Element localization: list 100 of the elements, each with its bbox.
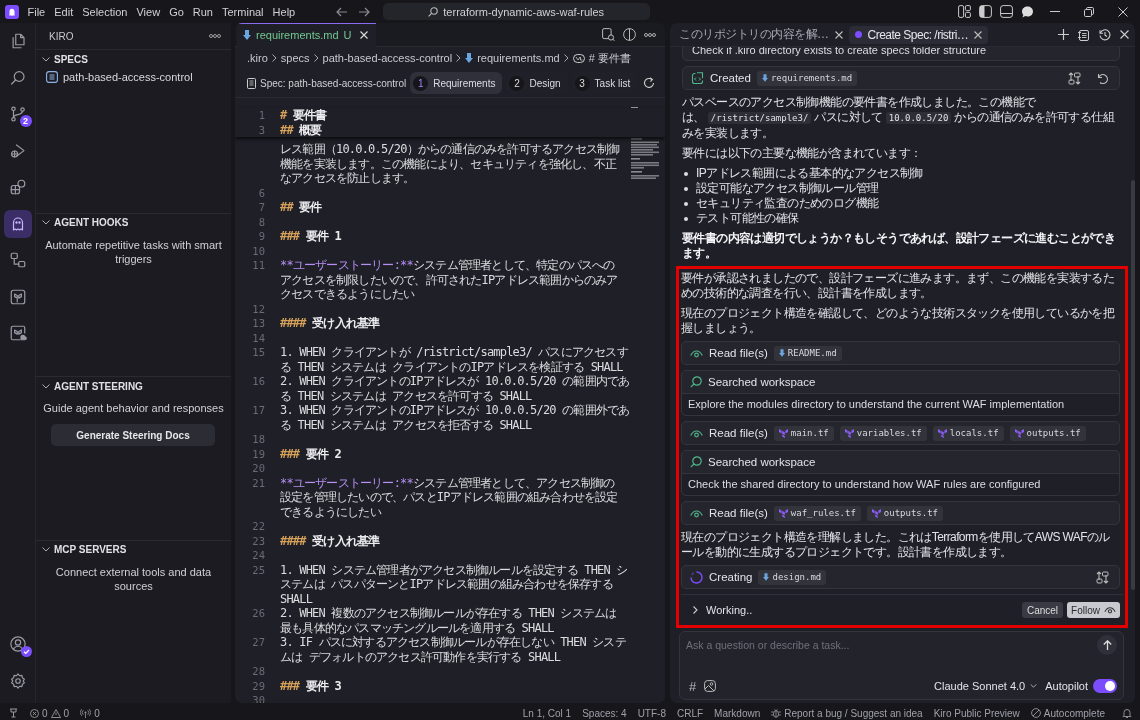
section-header[interactable]: AGENT HOOKS [36,213,231,232]
menu-item[interactable]: View [131,2,165,21]
model-selector[interactable]: Claude Sonnet 4.0 [934,680,1038,692]
code-line: ## 要件 [280,200,322,215]
panel-toggle-icon[interactable] [1000,5,1013,18]
menu-item[interactable]: Terminal [217,2,269,21]
menu-item[interactable]: Selection [77,2,132,21]
bullet-icon [684,186,688,191]
file-chip[interactable]: README.md [773,345,842,361]
line-number: 8 [257,214,266,229]
stacked-blocks-icon [844,428,854,438]
image-icon[interactable] [704,680,717,692]
file-chip[interactable]: outputs.tf [1009,425,1086,441]
message-text: 要件が承認されましたので、設計フェーズに進みます。まず、この機能を実装するための技術的な調査を行い、設計書を作成します。 [681,271,1116,301]
sidebar-toggle-icon[interactable] [979,5,992,18]
breadcrumb-item[interactable]: requirements.md [465,52,560,64]
menu-item[interactable]: Edit [49,2,78,21]
section-header[interactable]: MCP SERVERS [36,540,231,559]
chat-tab[interactable]: Create Spec: /ristri… [848,25,989,44]
status-item[interactable]: UTF-8 [637,707,666,719]
breadcrumb-item[interactable]: specs [280,52,310,64]
file-chip[interactable]: design.md [758,569,827,585]
file-chip[interactable]: variables.tf [839,425,927,441]
action-label: Read file(s) [709,427,768,439]
arrow-left-icon[interactable] [335,6,348,17]
more-icon[interactable] [644,32,656,37]
file-chip[interactable]: main.tf [773,425,834,441]
follow-button[interactable]: Follow [1067,602,1120,618]
generate-button[interactable]: Generate Steering Docs [51,424,215,446]
activity-item[interactable] [3,209,32,238]
undo-icon[interactable] [1097,72,1109,84]
source-control-icon [8,105,27,123]
menu-item[interactable]: Go [164,2,189,21]
cancel-button[interactable]: Cancel [1021,602,1064,618]
menu-item[interactable]: File [23,2,50,21]
close-icon[interactable] [1120,30,1129,39]
file-chip[interactable]: waf_rules.tf [773,505,861,521]
editor-tab[interactable]: requirements.md U [237,23,376,47]
activity-item[interactable]: 2 [3,100,32,128]
layout-icon[interactable] [958,5,971,18]
search-query: Check the shared directory to understand how WAF rules are configured [682,474,1119,495]
breadcrumb-item[interactable]: path-based-access-control [322,52,453,64]
file-chip[interactable]: outputs.tf [866,505,944,521]
message-field[interactable]: Ask a question or describe a task... [686,635,1097,655]
close-icon[interactable] [974,30,983,39]
arrow-down-icon [465,53,474,63]
section-header[interactable]: SPECS [36,50,231,68]
close-icon[interactable] [834,30,843,39]
chat-input[interactable]: Ask a question or describe a task... # Claude Sonnet 4.0 Autopilot [679,631,1124,700]
step-tab[interactable]: 1 Requirements [410,72,503,94]
spec-item[interactable]: path-based-access-control [36,68,231,86]
diff-icon[interactable] [1068,71,1081,85]
remote-icon[interactable] [9,708,18,718]
status-item[interactable]: Markdown [714,707,761,719]
code-line: 2. WHEN クライアントのIPアドレスが 10.0.0.5/20 の範囲内であ る THEN システムは アクセスを許可する SHALL [280,374,630,403]
breadcrumb-item[interactable]: .kiro [247,52,268,64]
close-icon [1118,6,1128,17]
autocomplete-status[interactable]: Autocomplete [1030,707,1105,719]
chat-icon[interactable] [1021,5,1034,18]
code-line: ### 要件 3 [280,678,341,693]
feedback-link[interactable]: Report a bug / Suggest an idea [771,707,923,719]
chevron-right-icon[interactable] [693,606,698,614]
menu-item[interactable]: Run [188,2,218,21]
breadcrumb-item[interactable]: # 要件書 [572,50,631,66]
more-icon[interactable] [209,34,221,38]
stacked-blocks-icon [1014,428,1024,438]
code-line: 3. IF パスに対するアクセス制御ルールが存在しない THEN システ ムは デフォルトのアクセス許可動作を実行する SHALL [280,635,626,664]
command-center[interactable]: terraform-dynamic-aws-waf-rules [382,3,650,20]
section-header[interactable]: AGENT STEERING [36,377,231,395]
app-logo-icon [5,4,19,19]
context-button[interactable]: # [689,678,697,694]
chevron-right-icon [313,54,319,62]
refresh-icon[interactable] [643,77,656,89]
spinner-icon [690,570,703,584]
file-chip[interactable]: requirements.md [756,70,858,86]
history-icon[interactable] [1099,28,1111,41]
action-label: Read file(s) [709,347,768,359]
file-chip[interactable]: locals.tf [932,425,1004,441]
status-item[interactable]: Spaces: 4 [582,707,627,719]
status-item[interactable]: Kiro Public Preview [933,707,1020,719]
ports-indicator[interactable]: 0 [80,707,100,719]
chat-tab[interactable]: このリポジトリの内容を解… [673,25,849,44]
arrow-right-icon[interactable] [357,6,370,17]
list-icon[interactable] [1078,28,1090,41]
split-editor-icon[interactable] [623,28,636,41]
send-button[interactable] [1097,635,1117,655]
bell-icon[interactable] [1122,708,1132,718]
diff-icon[interactable] [1096,570,1109,584]
status-item[interactable]: CRLF [677,707,704,719]
status-item[interactable]: Ln 1, Col 1 [522,707,572,719]
code-line: **ユーザーストーリー:**システム管理者として、特定のパスへの アクセスを制限したいので、許可されたIPアドレス範囲からのみア クセスできるようにしたい [280,258,618,302]
menu-item[interactable]: Help [268,2,300,21]
tab-title: このリポジトリの内容を解… [679,26,829,43]
problems-indicator[interactable]: 0 0 [30,707,70,719]
autopilot-toggle[interactable] [1093,679,1117,693]
plus-icon[interactable] [1058,29,1069,40]
line-number: 3 [257,122,266,137]
preview-icon[interactable] [602,28,615,41]
close-icon[interactable] [359,31,368,39]
step-number: 3 [574,75,590,91]
